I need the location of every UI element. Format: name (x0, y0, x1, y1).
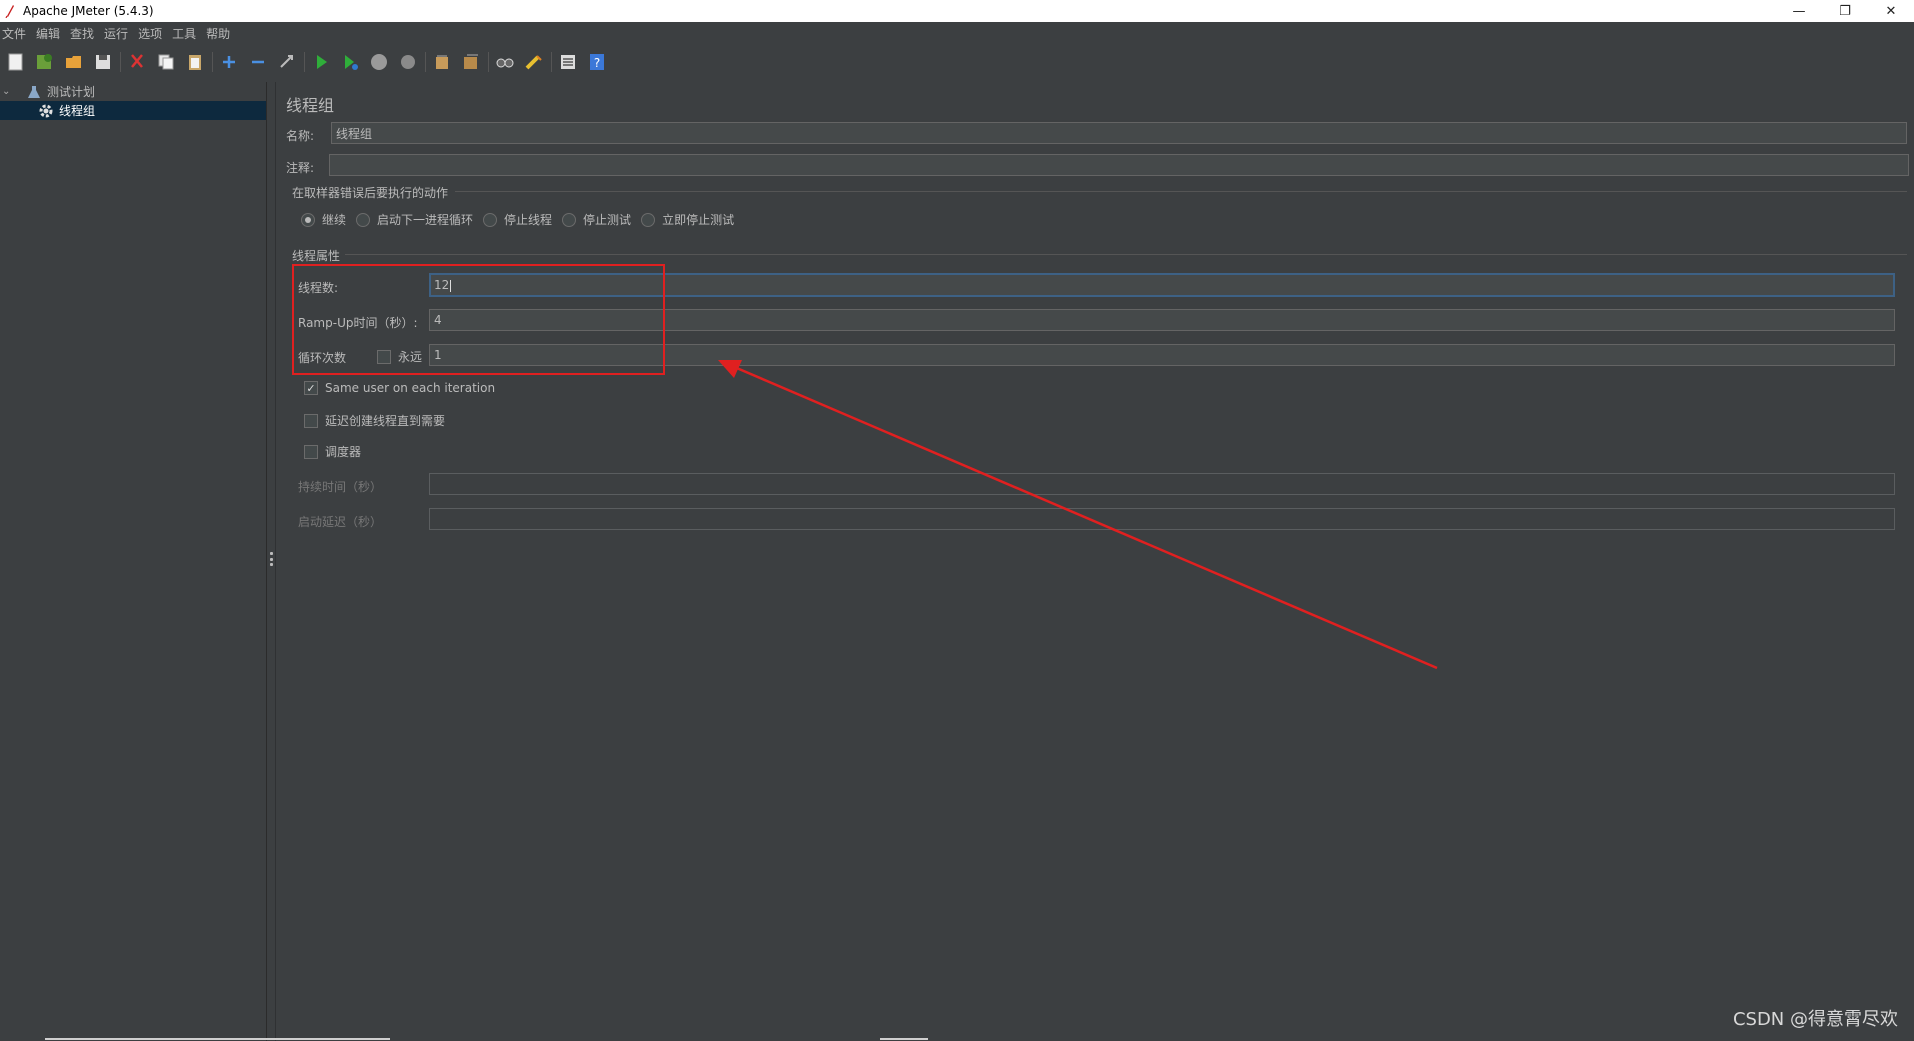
panel-title: 线程组 (286, 96, 335, 115)
templates-icon[interactable] (33, 50, 57, 74)
radio-label: 停止测试 (583, 213, 632, 227)
clear-all-icon[interactable] (459, 50, 483, 74)
highlight-box (292, 264, 665, 375)
close-button[interactable]: ✕ (1868, 0, 1914, 22)
reset-search-icon[interactable] (522, 50, 546, 74)
thread-group-panel: 线程组 名称: 注释: 在取样器错误后要执行的动作 继续 启动下一进程循环 停止… (277, 82, 1914, 1041)
toolbar-separator (304, 52, 305, 72)
duration-label: 持续时间（秒） (298, 480, 383, 494)
title-bar: Apache JMeter (5.4.3) — ❐ ✕ (0, 0, 1914, 22)
help-icon[interactable]: ? (585, 50, 609, 74)
restore-button[interactable]: ❐ (1822, 0, 1868, 22)
same-user-row[interactable]: ✓ Same user on each iteration (304, 381, 495, 395)
test-plan-flask-icon (26, 84, 42, 100)
thread-properties-group-title: 线程属性 (292, 249, 341, 263)
menu-search[interactable]: 查找 (70, 25, 100, 42)
paste-icon[interactable] (183, 50, 207, 74)
save-icon[interactable] (91, 50, 115, 74)
new-icon[interactable] (4, 50, 28, 74)
scheduler-checkbox[interactable] (304, 444, 318, 459)
tree-node-label: 线程组 (59, 104, 96, 118)
radio-label: 停止线程 (504, 213, 553, 227)
same-user-label: Same user on each iteration (325, 381, 496, 395)
radio-stop-thread[interactable]: 停止线程 (483, 211, 552, 228)
window-title: Apache JMeter (5.4.3) (23, 4, 154, 18)
radio-start-next-loop[interactable]: 启动下一进程循环 (356, 211, 473, 228)
comment-field[interactable] (329, 154, 1909, 176)
tree-node-thread-group[interactable]: 线程组 (0, 101, 266, 120)
splitter-grip-icon[interactable] (270, 552, 273, 566)
stop-icon[interactable] (367, 50, 391, 74)
watermark-text: CSDN @得意霄尽欢 (1732, 1009, 1898, 1030)
radio-dot[interactable] (301, 212, 315, 227)
tree-node-label: 测试计划 (47, 85, 96, 99)
radio-dot[interactable] (483, 212, 498, 227)
error-action-group-title: 在取样器错误后要执行的动作 (292, 186, 449, 200)
name-field[interactable] (331, 122, 1907, 144)
error-action-options: 继续 启动下一进程循环 停止线程 停止测试 立即停止测试 (301, 211, 744, 228)
menu-options[interactable]: 选项 (138, 25, 168, 42)
same-user-checkbox[interactable]: ✓ (304, 381, 318, 395)
group-divider (455, 191, 1907, 192)
cut-icon[interactable] (125, 50, 149, 74)
svg-text:?: ? (594, 56, 600, 70)
radio-dot[interactable] (356, 212, 371, 227)
copy-icon[interactable] (154, 50, 178, 74)
toggle-icon[interactable] (275, 50, 299, 74)
scheduler-label: 调度器 (325, 445, 362, 459)
toolbar-separator (488, 52, 489, 72)
horizontal-scrollbar[interactable] (880, 1038, 928, 1040)
startup-delay-label: 启动延迟（秒） (298, 515, 383, 529)
shutdown-icon[interactable] (396, 50, 420, 74)
delay-thread-creation-row[interactable]: 延迟创建线程直到需要 (304, 412, 445, 429)
open-icon[interactable] (62, 50, 86, 74)
radio-label: 继续 (322, 213, 347, 227)
expand-caret-icon[interactable]: ⌄ (2, 86, 14, 97)
start-icon[interactable] (309, 50, 333, 74)
radio-label: 启动下一进程循环 (377, 213, 474, 227)
collapse-icon[interactable] (246, 50, 270, 74)
scheduler-row[interactable]: 调度器 (304, 443, 361, 460)
toolbar-separator (551, 52, 552, 72)
minimize-button[interactable]: — (1776, 0, 1822, 22)
radio-stop-test[interactable]: 停止测试 (562, 211, 631, 228)
toolbar-separator (212, 52, 213, 72)
comment-label: 注释: (286, 161, 315, 175)
menu-file[interactable]: 文件 (2, 25, 32, 42)
duration-field[interactable] (429, 473, 1895, 495)
radio-continue[interactable]: 继续 (301, 211, 346, 228)
menu-tools[interactable]: 工具 (172, 25, 202, 42)
menu-edit[interactable]: 编辑 (36, 25, 66, 42)
menu-help[interactable]: 帮助 (206, 25, 236, 42)
window-controls: — ❐ ✕ (1776, 0, 1914, 22)
toolbar-separator (425, 52, 426, 72)
radio-stop-test-now[interactable]: 立即停止测试 (641, 211, 734, 228)
startup-delay-field[interactable] (429, 508, 1895, 530)
clear-icon[interactable] (430, 50, 454, 74)
panel-splitter[interactable] (268, 82, 276, 1041)
function-helper-icon[interactable] (556, 50, 580, 74)
radio-dot[interactable] (562, 212, 577, 227)
test-plan-tree: ⌄ 测试计划 线程组 (0, 82, 267, 1041)
menu-bar: 文件 编辑 查找 运行 选项 工具 帮助 (0, 22, 1914, 44)
radio-label: 立即停止测试 (662, 213, 735, 227)
menu-run[interactable]: 运行 (104, 25, 134, 42)
name-label: 名称: (286, 129, 315, 143)
thread-group-gear-icon (38, 103, 54, 119)
horizontal-scrollbar[interactable] (45, 1038, 390, 1040)
jmeter-feather-icon (3, 4, 17, 18)
start-no-pause-icon[interactable] (338, 50, 362, 74)
delay-thread-creation-checkbox[interactable] (304, 413, 318, 428)
delay-thread-creation-label: 延迟创建线程直到需要 (325, 414, 446, 428)
toolbar-separator (120, 52, 121, 72)
radio-dot[interactable] (641, 212, 656, 227)
expand-icon[interactable] (217, 50, 241, 74)
tree-node-test-plan[interactable]: ⌄ 测试计划 (0, 82, 266, 101)
toolbar: ? (0, 44, 1914, 80)
group-divider (345, 254, 1907, 255)
search-icon[interactable] (493, 50, 517, 74)
